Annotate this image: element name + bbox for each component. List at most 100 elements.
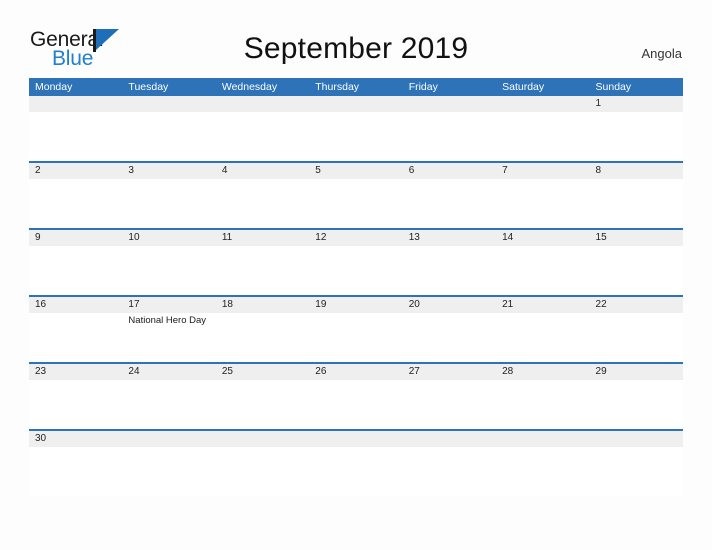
week-event-body (29, 112, 683, 161)
day-number[interactable]: 26 (309, 364, 402, 380)
day-cell[interactable] (216, 447, 309, 496)
day-cell[interactable] (122, 447, 215, 496)
day-cell[interactable] (496, 447, 589, 496)
day-number[interactable] (122, 431, 215, 447)
day-cell[interactable] (496, 313, 589, 362)
week-date-band: 2 3 4 5 6 7 8 (29, 163, 683, 179)
day-number[interactable]: 11 (216, 230, 309, 246)
day-cell[interactable] (403, 246, 496, 295)
day-number[interactable]: 6 (403, 163, 496, 179)
day-number[interactable]: 30 (29, 431, 122, 447)
day-number[interactable] (216, 96, 309, 112)
day-cell[interactable] (29, 380, 122, 429)
day-cell[interactable] (403, 447, 496, 496)
day-number[interactable]: 3 (122, 163, 215, 179)
day-cell[interactable] (590, 380, 683, 429)
day-number[interactable]: 5 (309, 163, 402, 179)
day-number[interactable] (496, 431, 589, 447)
day-cell[interactable] (496, 179, 589, 228)
day-cell[interactable] (309, 246, 402, 295)
day-number[interactable]: 16 (29, 297, 122, 313)
week-row: 23 24 25 26 27 28 29 (29, 364, 683, 431)
day-number[interactable]: 24 (122, 364, 215, 380)
day-number[interactable] (496, 96, 589, 112)
day-cell[interactable] (309, 179, 402, 228)
week-event-body (29, 179, 683, 228)
day-number[interactable]: 9 (29, 230, 122, 246)
day-number[interactable]: 12 (309, 230, 402, 246)
day-number[interactable]: 15 (590, 230, 683, 246)
day-cell[interactable] (216, 246, 309, 295)
day-number[interactable]: 27 (403, 364, 496, 380)
dow-friday: Friday (408, 81, 438, 93)
day-of-week-header: Monday Tuesday Wednesday Thursday Friday… (29, 78, 683, 96)
day-number[interactable] (216, 431, 309, 447)
day-cell[interactable] (403, 112, 496, 161)
day-number[interactable]: 25 (216, 364, 309, 380)
dow-wednesday: Wednesday (221, 81, 278, 93)
day-cell[interactable] (590, 179, 683, 228)
day-number[interactable]: 4 (216, 163, 309, 179)
day-number[interactable]: 19 (309, 297, 402, 313)
day-cell[interactable] (403, 380, 496, 429)
day-number[interactable]: 1 (590, 96, 683, 112)
day-number[interactable]: 13 (403, 230, 496, 246)
day-cell[interactable] (496, 246, 589, 295)
day-number[interactable]: 22 (590, 297, 683, 313)
day-cell[interactable] (590, 447, 683, 496)
day-number[interactable] (122, 96, 215, 112)
day-number[interactable] (403, 431, 496, 447)
day-cell[interactable] (216, 112, 309, 161)
day-number[interactable]: 23 (29, 364, 122, 380)
day-cell[interactable]: National Hero Day (122, 313, 215, 362)
week-row: 2 3 4 5 6 7 8 (29, 163, 683, 230)
day-number[interactable]: 7 (496, 163, 589, 179)
day-number[interactable] (309, 96, 402, 112)
country-label: Angola (641, 46, 682, 61)
day-cell[interactable] (122, 380, 215, 429)
day-cell[interactable] (309, 380, 402, 429)
day-cell[interactable] (496, 112, 589, 161)
day-cell[interactable] (309, 112, 402, 161)
week-row: 30 (29, 431, 683, 498)
week-event-body: National Hero Day (29, 313, 683, 362)
day-cell[interactable] (403, 179, 496, 228)
day-number[interactable] (309, 431, 402, 447)
day-number[interactable]: 28 (496, 364, 589, 380)
day-number[interactable]: 18 (216, 297, 309, 313)
day-cell[interactable] (309, 313, 402, 362)
day-cell[interactable] (590, 313, 683, 362)
day-cell[interactable] (216, 380, 309, 429)
day-number[interactable] (29, 96, 122, 112)
day-cell[interactable] (29, 179, 122, 228)
day-number[interactable]: 14 (496, 230, 589, 246)
day-number[interactable] (590, 431, 683, 447)
day-number[interactable]: 29 (590, 364, 683, 380)
day-cell[interactable] (216, 313, 309, 362)
day-cell[interactable] (29, 447, 122, 496)
day-number[interactable]: 17 (122, 297, 215, 313)
week-event-body (29, 447, 683, 496)
day-number[interactable]: 21 (496, 297, 589, 313)
week-row: 9 10 11 12 13 14 15 (29, 230, 683, 297)
day-number[interactable] (403, 96, 496, 112)
day-cell[interactable] (590, 246, 683, 295)
dow-monday: Monday (35, 81, 73, 93)
week-date-band: 16 17 18 19 20 21 22 (29, 297, 683, 313)
day-cell[interactable] (29, 246, 122, 295)
day-number[interactable]: 20 (403, 297, 496, 313)
day-cell[interactable] (590, 112, 683, 161)
day-cell[interactable] (122, 246, 215, 295)
day-cell[interactable] (403, 313, 496, 362)
day-cell[interactable] (309, 447, 402, 496)
day-cell[interactable] (122, 179, 215, 228)
day-number[interactable]: 2 (29, 163, 122, 179)
day-number[interactable]: 8 (590, 163, 683, 179)
day-cell[interactable] (496, 380, 589, 429)
day-cell[interactable] (216, 179, 309, 228)
day-cell[interactable] (122, 112, 215, 161)
day-cell[interactable] (29, 313, 122, 362)
day-number[interactable]: 10 (122, 230, 215, 246)
dow-saturday: Saturday (502, 81, 545, 93)
day-cell[interactable] (29, 112, 122, 161)
